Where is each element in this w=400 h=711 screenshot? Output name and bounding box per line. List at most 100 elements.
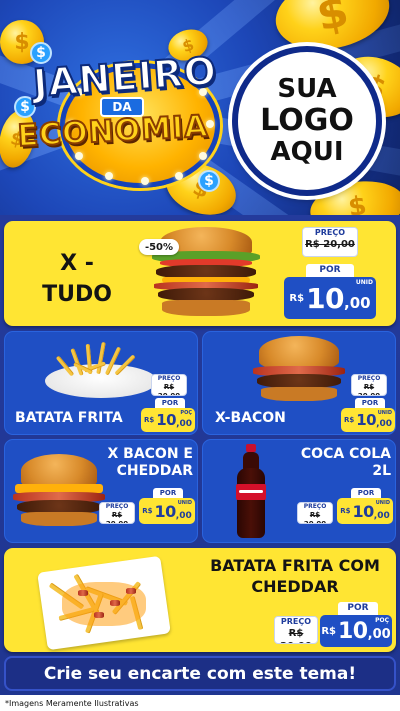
preco-label: PREÇO (303, 228, 357, 238)
logo-text-line: AQUI (270, 136, 344, 167)
price-integer: 10 (352, 501, 375, 521)
marquee-bulb (75, 152, 83, 160)
old-price: R$ 20,00 (357, 382, 381, 396)
new-price-box: R$ 10 ,00 POÇ (320, 615, 392, 647)
marquee-bulb (199, 152, 207, 160)
product-card-x-bacon-cheddar[interactable]: X BACON E CHEDDAR PREÇO R$ 20,00 POR R$ … (4, 439, 198, 543)
por-label: POR (338, 602, 378, 615)
bun-top (21, 454, 97, 488)
currency: R$ (343, 416, 355, 424)
disclaimer-footer: *Imagens Meramente Ilustrativas (0, 695, 400, 711)
marquee-bulb (175, 172, 183, 180)
bacon-bit (126, 588, 136, 594)
old-price-box: PREÇO R$ 20,00 (99, 502, 135, 524)
old-price: R$ 20,00 (280, 628, 312, 643)
old-price-box: PREÇO R$ 20,00 (274, 616, 318, 644)
old-price-box: PREÇO R$ 20,00 (351, 374, 387, 396)
unit-label: POÇ (375, 617, 389, 624)
new-price-box: R$ 10 ,00 POÇ (141, 408, 195, 432)
burger-image (253, 336, 345, 404)
fries-image (41, 338, 161, 400)
bacon-bit (94, 612, 104, 618)
bottle-body (237, 468, 265, 538)
product-name: X-BACON (215, 410, 286, 426)
price-cents: ,00 (376, 419, 393, 429)
currency: R$ (142, 507, 153, 515)
logo-text-line: SUA (277, 74, 337, 105)
marquee-bulb (141, 177, 149, 185)
new-price-box: R$ 10 ,00 UNID (139, 498, 195, 524)
unit-label: UNID (177, 500, 192, 506)
product-section: X - TUDO -50% PREÇO R$ 20,00 POR R$ 10 ,… (0, 215, 400, 711)
unit-label: UNID (377, 410, 392, 416)
product-card-batata-cheddar[interactable]: BATATA FRITA COM CHEDDAR PREÇO R$ 20,00 … (4, 548, 396, 652)
price-integer: 10 (156, 411, 177, 429)
old-price: R$ 20,00 (305, 239, 355, 250)
marquee-bulb (105, 172, 113, 180)
preco-label: PREÇO (100, 503, 134, 511)
bun-bottom (261, 387, 337, 401)
old-price-box: PREÇO R$ 20,00 (151, 374, 187, 396)
currency: R$ (289, 292, 305, 304)
product-name: X - TUDO (42, 251, 112, 307)
logo-text-line: LOGO (260, 103, 354, 139)
price-cents: ,00 (175, 511, 192, 521)
bacon-bit (78, 590, 88, 596)
logo-placeholder[interactable]: SUA LOGO AQUI (232, 46, 382, 196)
product-name: BATATA FRITA (15, 410, 123, 426)
product-name: COCA COLA 2L (300, 446, 391, 479)
discount-badge: -50% (139, 239, 179, 255)
product-name: BATATA FRITA COM CHEDDAR (210, 556, 380, 596)
price-integer: 10 (306, 281, 345, 315)
preco-label: PREÇO (152, 375, 186, 383)
bun-top (259, 336, 339, 368)
new-price-box: R$ 10 ,00 UNID (341, 408, 395, 432)
price-cents: ,00 (344, 294, 371, 312)
product-card-coca-cola[interactable]: COCA COLA 2L PREÇO R$ 20,00 POR R$ 10 ,0… (202, 439, 396, 543)
create-flyer-cta-button[interactable]: Crie seu encarte com este tema! (4, 656, 396, 691)
old-price-box: PREÇO R$ 20,00 (297, 502, 333, 524)
burger-image (13, 454, 105, 530)
price-cents: ,00 (367, 627, 391, 642)
unit-label: UNID (375, 500, 390, 506)
product-card-x-tudo[interactable]: X - TUDO -50% PREÇO R$ 20,00 POR R$ 10 ,… (4, 221, 396, 326)
old-price-box: PREÇO R$ 20,00 (302, 227, 358, 257)
price-integer: 10 (154, 501, 177, 521)
currency: R$ (340, 507, 351, 515)
por-label: POR (155, 398, 185, 408)
product-name: X BACON E CHEDDAR (107, 446, 193, 479)
old-price: R$ 20,00 (303, 510, 327, 524)
por-label: POR (351, 488, 381, 498)
unit-label: UNID (355, 279, 373, 286)
dollar-sign-icon: $ (198, 170, 220, 192)
cheddar-fries-image (34, 555, 174, 651)
preco-label: PREÇO (298, 503, 332, 511)
old-price: R$ 20,00 (157, 382, 181, 396)
product-card-x-bacon[interactable]: X-BACON PREÇO R$ 20,00 POR R$ 10 ,00 UNI… (202, 331, 396, 435)
unit-label: POÇ (180, 410, 192, 416)
bun-bottom (21, 512, 97, 526)
preco-label: PREÇO (352, 375, 386, 383)
por-label: POR (153, 488, 183, 498)
flyer-page: $ $ $ JANEIRO DA ECONOMIA SUA LOGO AQUI … (0, 0, 400, 711)
label-stripe (239, 490, 263, 493)
old-price: R$ 20,00 (105, 510, 129, 524)
new-price-box: R$ 10 ,00 UNID (337, 498, 393, 524)
bottle-cap (246, 444, 256, 452)
bun-bottom (162, 300, 250, 316)
preco-label: PREÇO (275, 617, 317, 627)
price-integer: 10 (338, 618, 368, 644)
new-price-box: R$ 10 ,00 UNID (284, 277, 376, 319)
header-banner: $ $ $ JANEIRO DA ECONOMIA SUA LOGO AQUI (0, 0, 400, 215)
por-label: POR (306, 264, 354, 277)
price-integer: 10 (356, 411, 377, 429)
price-cents: ,00 (373, 511, 390, 521)
currency: R$ (321, 625, 336, 637)
por-label: POR (355, 398, 385, 408)
soda-bottle-image (233, 444, 269, 540)
currency: R$ (143, 416, 155, 424)
price-cents: ,00 (176, 419, 193, 429)
bacon-bit (110, 600, 120, 606)
product-card-batata-frita[interactable]: BATATA FRITA PREÇO R$ 20,00 POR R$ 10 ,0… (4, 331, 198, 435)
patty (257, 374, 341, 388)
